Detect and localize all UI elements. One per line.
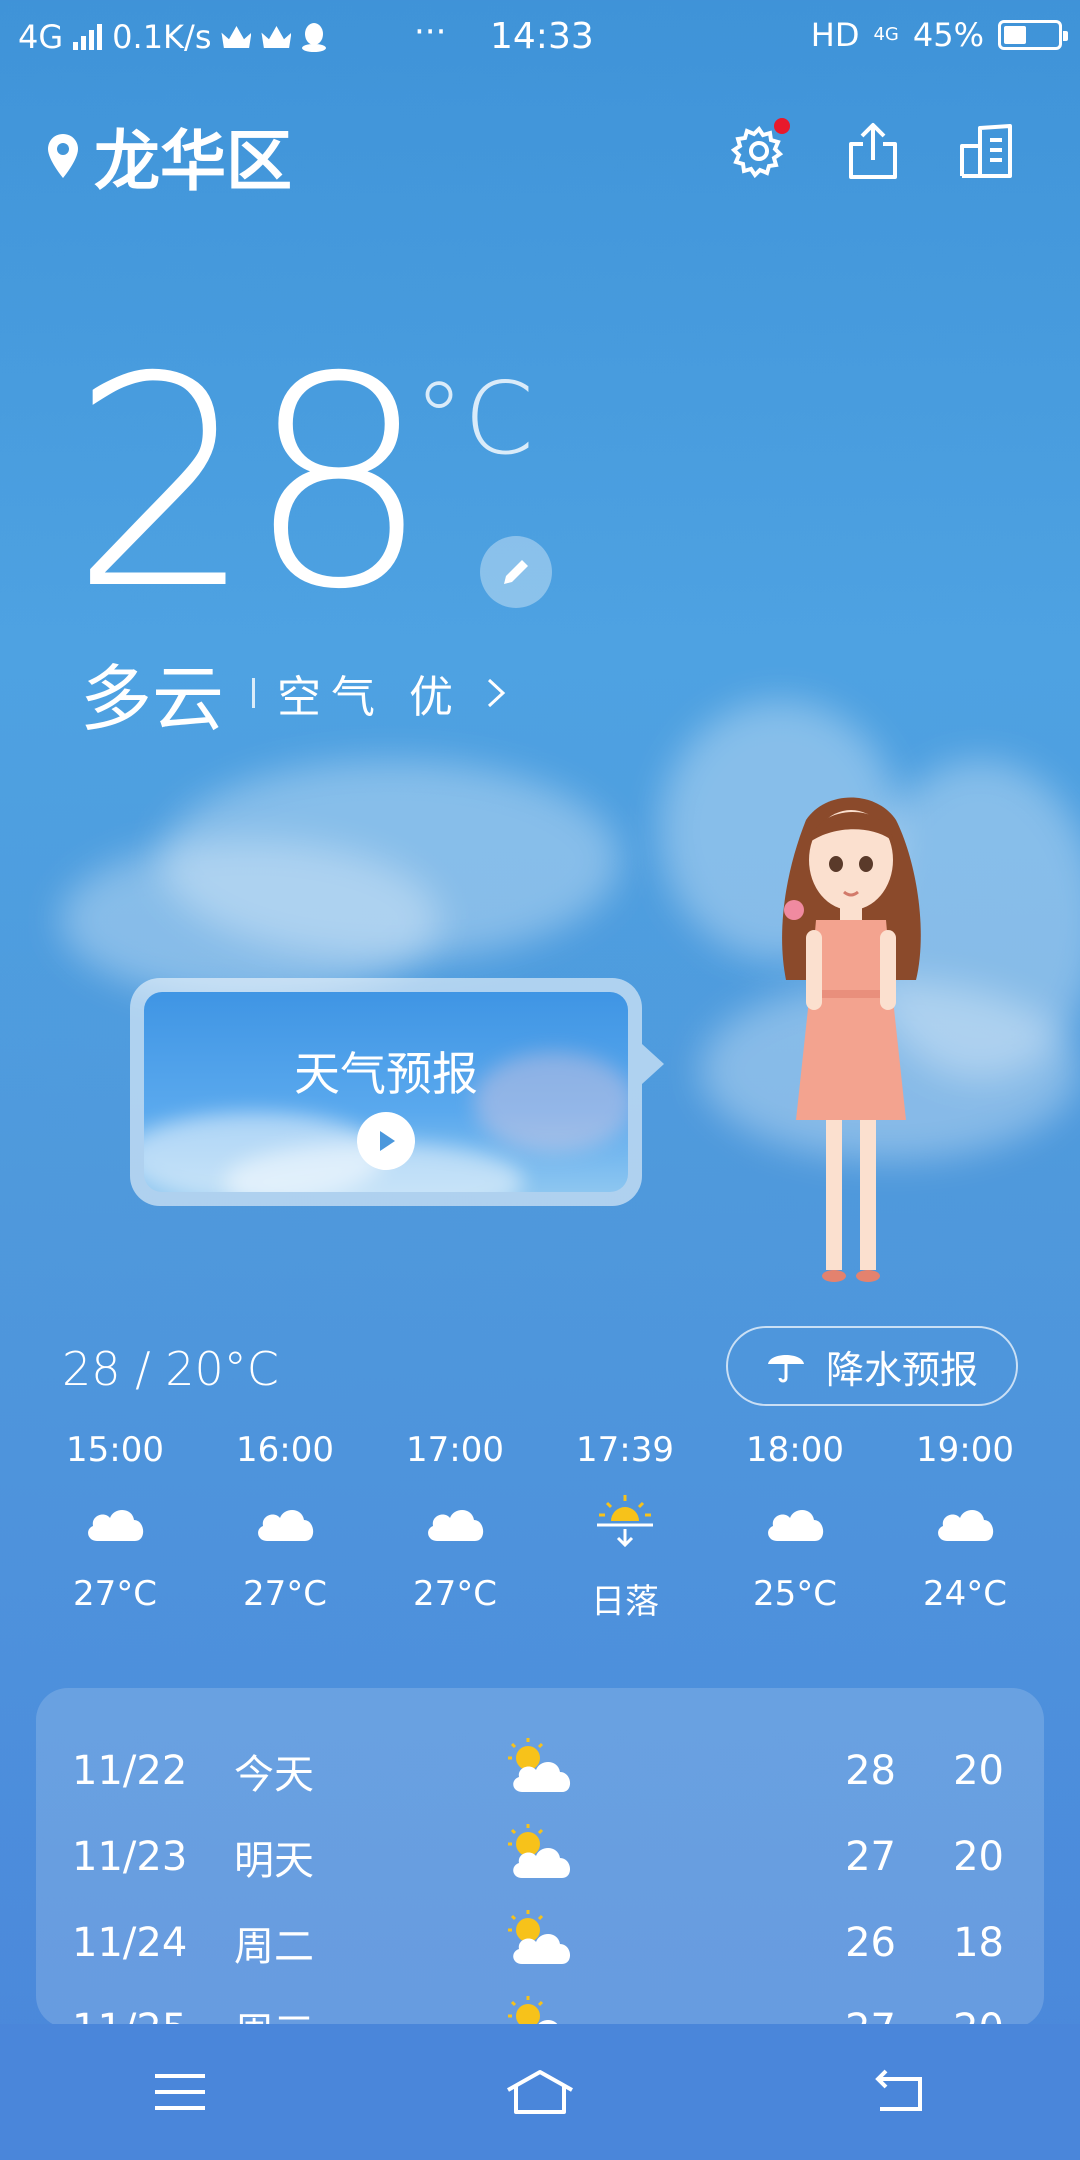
air-quality-link[interactable]: 空气 优 [277, 661, 463, 725]
day-low: 20 [953, 1748, 1004, 1794]
today-temperature-range: 28 / 20°C [62, 1342, 279, 1396]
share-button[interactable] [838, 116, 908, 186]
hour-time: 17:39 [576, 1430, 674, 1470]
current-temperature: 28 [70, 316, 431, 653]
back-icon [875, 2069, 922, 2111]
play-button[interactable] [357, 1112, 415, 1170]
cloud-icon [83, 1470, 147, 1574]
menu-icon [155, 2074, 205, 2110]
network-small: 4G [873, 24, 899, 45]
precipitation-label: 降水预报 [825, 1347, 978, 1392]
signal-icon [73, 24, 103, 50]
speech-tail [642, 1044, 664, 1084]
hour-value: 24°C [922, 1574, 1007, 1614]
location-name: 龙华区 [94, 123, 292, 200]
city-list-icon [960, 124, 1012, 178]
day-name: 周二 [234, 1924, 314, 1970]
hour-value: 27°C [72, 1574, 157, 1614]
day-name: 明天 [234, 1838, 314, 1884]
cloud-icon [423, 1470, 487, 1574]
network-type: 4G [18, 18, 64, 56]
qq-icon [302, 23, 327, 52]
edit-button[interactable] [480, 536, 552, 608]
video-title: 天气预报 [294, 1047, 478, 1101]
daily-row[interactable]: 11/23 明天 27 20 [36, 1814, 1044, 1900]
hour-time: 16:00 [236, 1430, 334, 1470]
hour-time: 18:00 [746, 1430, 844, 1470]
city-list-button[interactable] [952, 116, 1022, 186]
daily-row[interactable]: 11/25周三2720 [36, 1986, 1044, 2028]
daily-forecast-panel[interactable]: 11/22 今天 28 20 11/23 明天 27 20 11/24 周二 26 18 11/25周三… [36, 1688, 1044, 2028]
menu-button[interactable] [120, 2042, 240, 2142]
crown-icon [221, 26, 252, 48]
precipitation-forecast-button[interactable]: 降水预报 [726, 1326, 1018, 1406]
network-speed: 0.1K/s [112, 18, 212, 56]
hour-time: 17:00 [406, 1430, 504, 1470]
hourly-item: 15:00 27°C [40, 1430, 190, 1623]
day-low: 20 [953, 1834, 1004, 1880]
hour-value: 日落 [591, 1582, 659, 1622]
hourly-item: 18:00 25°C [720, 1430, 870, 1623]
hourly-item: 16:00 27°C [210, 1430, 360, 1623]
partly-cloudy-icon [504, 1736, 578, 1806]
day-name: 今天 [234, 1752, 314, 1798]
partly-cloudy-icon [504, 1822, 578, 1892]
day-date: 11/24 [72, 1920, 188, 1966]
location-selector[interactable]: 龙华区 [46, 108, 292, 204]
weather-video-card[interactable]: 天气预报 [130, 978, 664, 1206]
pencil-icon [504, 560, 528, 584]
settings-button[interactable] [724, 116, 794, 186]
partly-cloudy-icon [504, 1994, 578, 2028]
location-pin-icon [48, 134, 78, 178]
crown-icon [261, 26, 292, 48]
day-high: 27 [845, 1834, 896, 1880]
share-icon [849, 123, 897, 179]
condition-row: 多云 空气 优 [80, 640, 507, 745]
daily-row[interactable]: 11/22 今天 28 20 [36, 1728, 1044, 1814]
sunset-icon [593, 1470, 657, 1574]
battery-icon [998, 20, 1068, 50]
hour-time: 19:00 [916, 1430, 1014, 1470]
back-button[interactable] [840, 2042, 960, 2142]
home-button[interactable] [480, 2042, 600, 2142]
clock: 14:33 [490, 16, 594, 57]
hd-indicator: HD [810, 16, 860, 54]
video-thumbnail: 天气预报 [144, 992, 628, 1192]
hourly-forecast: 15:00 27°C 16:00 27°C 17:00 27°C 17:39 日落 18:00 2… [40, 1430, 1040, 1623]
hourly-item: 19:00 24°C [890, 1430, 1040, 1623]
hourly-item: 17:00 27°C [380, 1430, 530, 1623]
more-notifications: ··· [414, 12, 447, 52]
chevron-right-icon[interactable] [485, 676, 507, 710]
hour-value: 25°C [752, 1574, 837, 1614]
hourly-item: 17:39 日落 [550, 1430, 700, 1623]
day-date: 11/22 [72, 1748, 188, 1794]
day-high: 28 [845, 1748, 896, 1794]
status-bar: 4G 0.1K/s ··· 14:33 HD 4G 45% [0, 0, 1080, 72]
divider [252, 677, 256, 708]
hour-value: 27°C [412, 1574, 497, 1614]
weather-condition: 多云 [80, 657, 225, 741]
notification-dot [774, 118, 790, 134]
hour-time: 15:00 [66, 1430, 164, 1470]
weather-presenter-character [782, 797, 921, 1282]
battery-percent: 45% [912, 16, 984, 54]
cloud-icon [763, 1470, 827, 1574]
cloud-icon [253, 1470, 317, 1574]
partly-cloudy-icon [504, 1908, 578, 1978]
day-low: 18 [953, 1920, 1004, 1966]
navigation-bar [0, 2024, 1080, 2160]
daily-row[interactable]: 11/24 周二 26 18 [36, 1900, 1044, 1986]
day-high: 26 [845, 1920, 896, 1966]
day-date: 11/23 [72, 1834, 188, 1880]
temperature-unit: °C [414, 360, 534, 477]
cloud-icon [933, 1470, 997, 1574]
play-icon [380, 1131, 395, 1151]
umbrella-icon [767, 1355, 804, 1383]
home-icon [507, 2070, 573, 2114]
hour-value: 27°C [242, 1574, 327, 1614]
